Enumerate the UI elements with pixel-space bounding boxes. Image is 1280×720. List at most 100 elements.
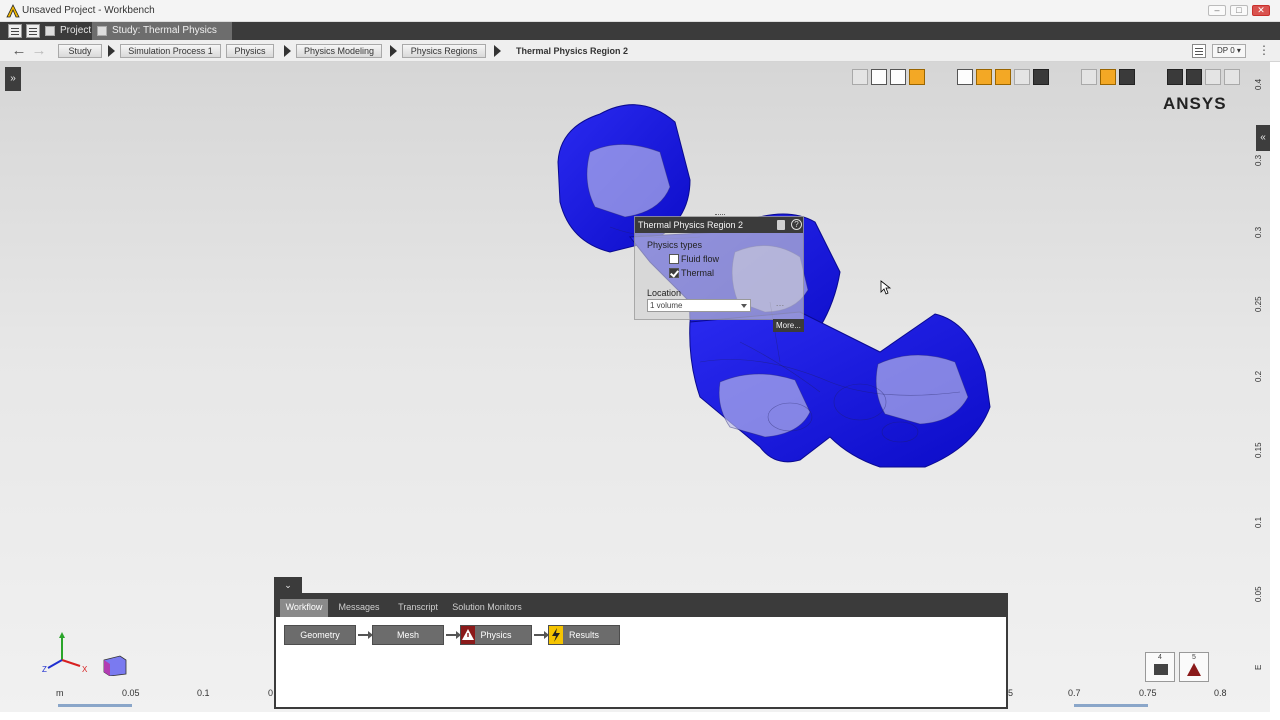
tab-solution-monitors[interactable]: Solution Monitors	[450, 599, 524, 617]
breadcrumb-simulation-process[interactable]: Simulation Process 1	[120, 44, 221, 58]
workflow-arrow-icon	[534, 631, 549, 639]
ellipsis-icon[interactable]: …	[773, 298, 787, 312]
select-face-icon[interactable]	[852, 69, 868, 85]
properties-panel-title: Thermal Physics Region 2	[638, 220, 744, 230]
view-cube-icon[interactable]	[100, 654, 130, 676]
scale-tick: 0.7	[1068, 688, 1081, 698]
ansys-logo: ANSYS	[1163, 94, 1227, 113]
scale-bar	[1074, 704, 1148, 707]
step-label: Physics	[480, 630, 512, 640]
tab-study[interactable]: Study: Thermal Physics Regio...	[92, 22, 232, 54]
fluid-flow-label: Fluid flow	[681, 254, 720, 264]
more-vertical-icon[interactable]: ⋮	[1254, 44, 1274, 58]
right-panel-collapse-button[interactable]: «	[1256, 125, 1270, 151]
main-menu-icon[interactable]	[8, 24, 22, 38]
pan-icon[interactable]	[1100, 69, 1116, 85]
axis-triad-icon[interactable]: Z X	[40, 630, 100, 678]
fluid-flow-checkbox[interactable]	[669, 254, 679, 264]
scale-tick: 0	[268, 688, 274, 698]
help-icon[interactable]: ?	[791, 219, 802, 230]
select-body-icon[interactable]	[890, 69, 906, 85]
section-icon[interactable]	[1224, 69, 1240, 85]
display-style-icon[interactable]	[1033, 69, 1049, 85]
ruler-tick: 0.2	[1254, 370, 1263, 382]
warnings-status-button[interactable]: 5	[1179, 652, 1209, 682]
project-icon	[45, 26, 55, 36]
breadcrumb-physics-modeling[interactable]: Physics Modeling	[296, 44, 382, 58]
zoom-box-icon[interactable]	[1081, 69, 1097, 85]
more-button[interactable]: More...	[773, 319, 804, 332]
workflow-step-physics[interactable]: Physics	[460, 625, 532, 645]
design-point-value: DP 0	[1217, 46, 1235, 55]
scale-tick: 0.05	[122, 688, 140, 698]
workflow-arrow-icon	[446, 631, 461, 639]
mouse-cursor-icon	[880, 280, 892, 295]
scale-tick: 0.75	[1139, 688, 1157, 698]
ruler-tick: 0.15	[1254, 442, 1263, 458]
back-arrow-icon[interactable]: ←	[10, 43, 28, 59]
select-volume-icon[interactable]	[909, 69, 925, 85]
breadcrumb-current: Thermal Physics Region 2	[516, 46, 629, 56]
tab-project[interactable]: Project	[40, 22, 92, 40]
tab-transcript[interactable]: Transcript	[392, 599, 444, 617]
svg-text:X: X	[82, 665, 88, 674]
breadcrumb: ← → Study Simulation Process 1 Physics P…	[0, 40, 1280, 62]
step-label: Geometry	[300, 630, 340, 640]
scale-tick: 5	[1008, 688, 1014, 698]
study-icon	[97, 26, 107, 36]
scale-bar	[58, 704, 132, 707]
properties-panel: Thermal Physics Region 2 ? Physics types…	[634, 214, 804, 332]
close-button[interactable]: ✕	[1252, 5, 1270, 16]
thermal-checkbox[interactable]	[669, 268, 679, 278]
thermal-label: Thermal	[681, 268, 715, 278]
workbench-logo-icon	[6, 4, 20, 18]
delete-icon[interactable]	[777, 220, 785, 230]
workflow-step-results[interactable]: Results	[548, 625, 620, 645]
settings-list-icon[interactable]	[1192, 44, 1206, 58]
scale-tick: 0.1	[197, 688, 210, 698]
fit-view-icon[interactable]	[1119, 69, 1135, 85]
workflow-arrow-icon	[358, 631, 373, 639]
tab-messages[interactable]: Messages	[334, 599, 384, 617]
box-select-icon[interactable]	[957, 69, 973, 85]
design-point-select[interactable]: DP 0 ▾	[1212, 44, 1246, 58]
warning-icon	[461, 626, 475, 644]
light-icon[interactable]	[1205, 69, 1221, 85]
ruler-tick: 0.4	[1254, 78, 1263, 90]
maximize-button[interactable]: □	[1230, 5, 1248, 16]
clear-select-icon[interactable]	[1014, 69, 1030, 85]
breadcrumb-separator-icon	[108, 45, 115, 57]
messages-count: 4	[1158, 654, 1162, 661]
workflow-tabs: Workflow Messages Transcript Solution Mo…	[276, 595, 1006, 617]
breadcrumb-physics[interactable]: Physics	[226, 44, 274, 58]
scale-tick: 0.8	[1214, 688, 1227, 698]
rotate-icon[interactable]	[1167, 69, 1183, 85]
breadcrumb-physics-regions[interactable]: Physics Regions	[402, 44, 486, 58]
ruler-tick: 0.25	[1254, 296, 1263, 312]
workflow-step-geometry[interactable]: Geometry	[284, 625, 356, 645]
workflow-panel-collapse-button[interactable]: ⌄	[274, 577, 302, 593]
forward-arrow-icon[interactable]: →	[30, 43, 48, 59]
tab-workflow[interactable]: Workflow	[280, 599, 328, 617]
messages-status-button[interactable]: 4	[1145, 652, 1175, 682]
select-edge-icon[interactable]	[871, 69, 887, 85]
minimize-button[interactable]: –	[1208, 5, 1226, 16]
extend-select-icon[interactable]	[995, 69, 1011, 85]
left-panel-expand-button[interactable]: »	[5, 67, 21, 91]
breadcrumb-study[interactable]: Study	[58, 44, 102, 58]
workflow-step-mesh[interactable]: Mesh	[372, 625, 444, 645]
window-title: Unsaved Project - Workbench	[22, 5, 155, 16]
workflow-panel: Workflow Messages Transcript Solution Mo…	[274, 593, 1008, 709]
tab-label: Project	[60, 25, 92, 36]
update-lightning-icon	[549, 626, 563, 644]
location-select[interactable]: 1 volume	[647, 299, 751, 312]
paint-select-icon[interactable]	[976, 69, 992, 85]
file-menu-icon[interactable]	[26, 24, 40, 38]
tab-bar: Project Study: Thermal Physics Regio...	[0, 22, 1280, 54]
title-bar: Unsaved Project - Workbench – □ ✕	[0, 0, 1280, 22]
svg-text:Z: Z	[42, 665, 47, 674]
breadcrumb-separator-icon	[390, 45, 397, 57]
zoom-icon[interactable]	[1186, 69, 1202, 85]
breadcrumb-separator-icon	[494, 45, 501, 57]
ruler-tick: 0.3	[1254, 154, 1263, 166]
